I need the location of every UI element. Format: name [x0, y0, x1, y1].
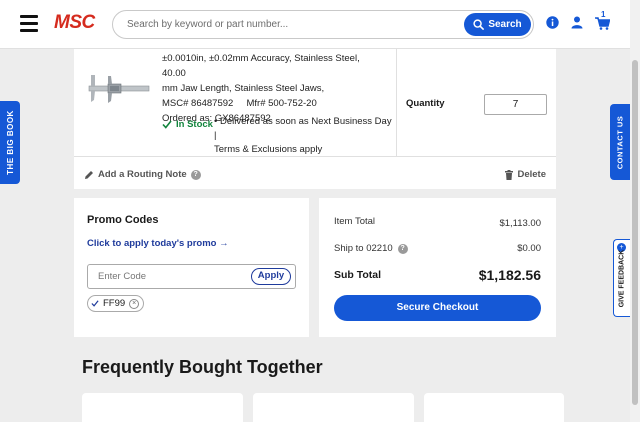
promo-codes-card: Promo Codes Click to apply today's promo…: [74, 198, 309, 337]
promo-code-input[interactable]: [98, 265, 248, 288]
stock-status: In Stock: [162, 119, 213, 130]
checkmark-icon: [162, 120, 172, 129]
contact-us-label: CONTACT US: [615, 115, 625, 169]
promo-codes-title: Promo Codes: [87, 214, 159, 226]
subtotal-label: Sub Total: [334, 269, 382, 281]
add-routing-note-button[interactable]: Add a Routing Note ?: [84, 169, 201, 180]
ship-value: $0.00: [517, 243, 541, 254]
big-book-tab[interactable]: THE BIG BOOK: [0, 101, 20, 184]
big-book-label: THE BIG BOOK: [5, 110, 15, 175]
routing-note-label: Add a Routing Note: [98, 169, 187, 180]
fbt-product-card[interactable]: [253, 393, 414, 422]
trash-icon: [505, 169, 514, 180]
item-actions: Add a Routing Note ? Delete: [74, 156, 556, 189]
page-scrollbar[interactable]: [630, 0, 640, 422]
give-feedback-label: GIVE FEEDBACK: [618, 249, 626, 307]
site-header: MSC Search 1: [0, 0, 630, 49]
msc-logo[interactable]: MSC: [54, 12, 95, 34]
info-icon[interactable]: [546, 16, 559, 29]
item-total-label: Item Total: [334, 216, 376, 227]
pencil-icon: [85, 170, 93, 179]
secure-checkout-button[interactable]: Secure Checkout: [334, 295, 541, 321]
give-feedback-tab[interactable]: + GIVE FEEDBACK: [613, 239, 630, 317]
description-line: ±0.0010in, ±0.02mm Accuracy, Stainless S…: [162, 53, 360, 79]
search-icon: [473, 19, 485, 30]
search-button[interactable]: Search: [464, 13, 531, 36]
contact-us-tab[interactable]: CONTACT US: [610, 104, 630, 180]
search-button-label: Search: [488, 19, 522, 30]
delivery-info: • Delivered as soon as Next Business Day…: [214, 115, 392, 157]
stock-status-label: In Stock: [176, 119, 213, 130]
delete-label: Delete: [517, 169, 546, 180]
delivery-line: • Delivered as soon as Next Business Day…: [214, 116, 392, 141]
caliper-product-image[interactable]: [86, 69, 152, 109]
subtotal-value: $1,182.56: [478, 267, 541, 283]
description-line: mm Jaw Length, Stainless Steel Jaws,: [162, 83, 325, 94]
apply-todays-promo-link[interactable]: Click to apply today's promo →: [87, 238, 229, 249]
fbt-product-card[interactable]: [82, 393, 243, 422]
cart-icon: [595, 17, 610, 30]
help-icon[interactable]: ?: [397, 243, 408, 254]
cart-item-card: ±0.0010in, ±0.02mm Accuracy, Stainless S…: [74, 49, 556, 189]
order-totals-card: Item Total $1,113.00 Ship to 02210 ? $0.…: [319, 198, 556, 337]
fbt-product-card[interactable]: [424, 393, 564, 422]
frequently-bought-title: Frequently Bought Together: [82, 357, 323, 377]
checkmark-icon: [91, 300, 99, 307]
apply-button[interactable]: Apply: [251, 268, 291, 285]
delete-button[interactable]: Delete: [505, 169, 546, 180]
applied-promo-chip: FF99 ×: [87, 295, 145, 312]
applied-promo-code: FF99: [103, 298, 126, 309]
remove-promo-icon[interactable]: ×: [129, 298, 140, 309]
promo-code-field: Apply: [87, 264, 296, 289]
search-bar: Search: [112, 10, 534, 39]
help-icon[interactable]: ?: [190, 169, 201, 180]
ship-to-label: Ship to 02210: [334, 243, 393, 254]
part-numbers: MSC# 86487592 Mfr# 500-752-20: [162, 98, 317, 109]
scrollbar-thumb[interactable]: [632, 60, 638, 405]
hamburger-menu-icon[interactable]: [20, 15, 38, 32]
terms-link[interactable]: Terms & Exclusions apply: [214, 143, 392, 157]
account-icon[interactable]: [571, 16, 583, 29]
ship-to-row: Ship to 02210 ?: [334, 243, 408, 254]
item-total-value: $1,113.00: [499, 218, 541, 229]
search-input[interactable]: [127, 11, 457, 38]
quantity-label: Quantity: [406, 98, 445, 109]
quantity-column: Quantity 7: [396, 49, 556, 156]
quantity-input[interactable]: 7: [484, 94, 547, 115]
